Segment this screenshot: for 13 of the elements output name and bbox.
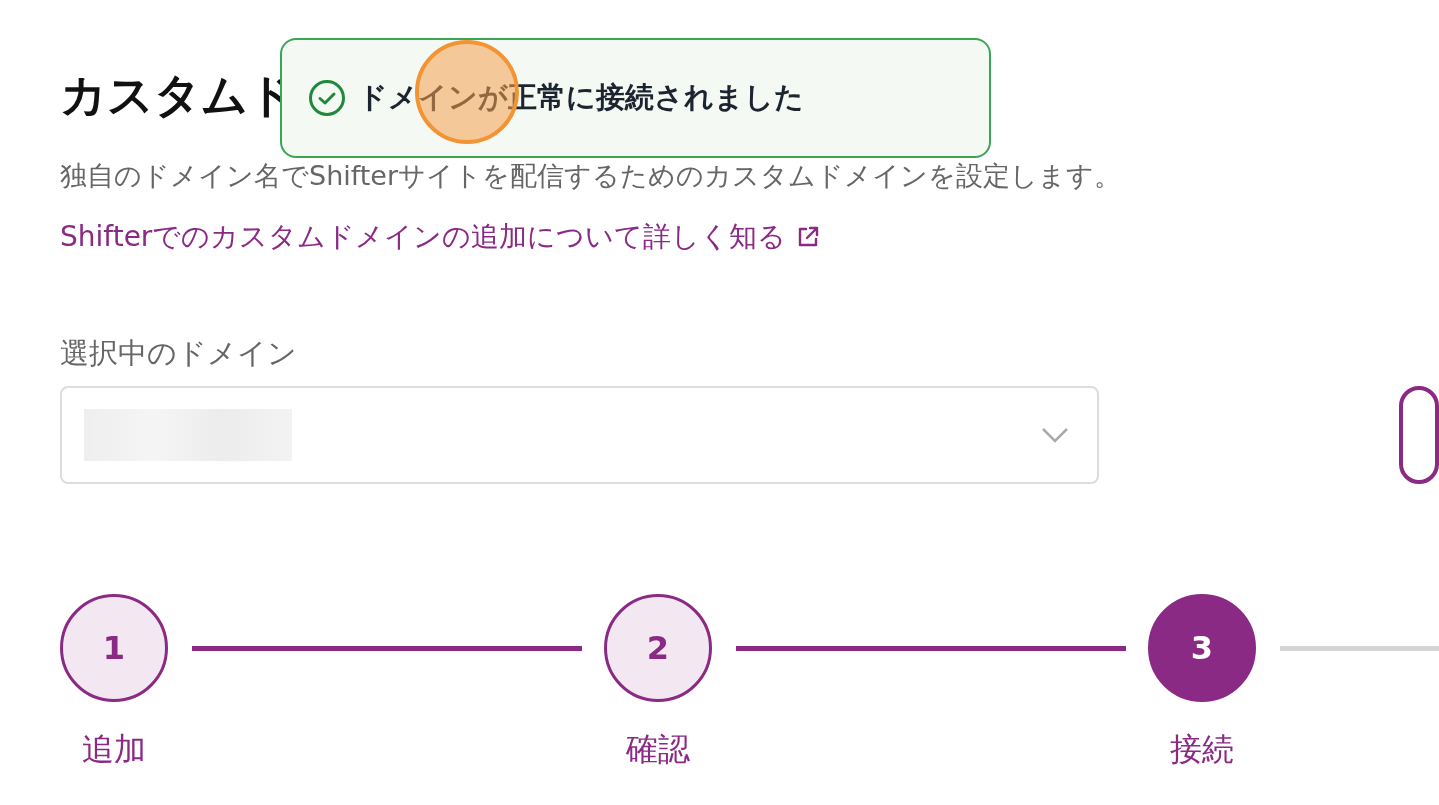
field-label: 選択中のドメイン bbox=[60, 335, 297, 372]
help-link[interactable]: Shifterでのカスタムドメインの追加について詳しく知る bbox=[60, 218, 821, 256]
step-circle: 2 bbox=[604, 594, 712, 702]
page-description: 独自のドメイン名でShifterサイトを配信するためのカスタムドメインを設定します。 bbox=[60, 159, 1122, 193]
step-circle: 3 bbox=[1148, 594, 1256, 702]
step-circle: 1 bbox=[60, 594, 168, 702]
step-label: 確認 bbox=[626, 730, 690, 769]
step-label: 追加 bbox=[82, 730, 146, 769]
external-link-icon bbox=[796, 225, 821, 249]
chevron-down-icon bbox=[1041, 427, 1069, 443]
step-label: 接続 bbox=[1170, 730, 1234, 769]
side-button[interactable] bbox=[1399, 386, 1439, 484]
check-circle-icon bbox=[308, 79, 346, 117]
